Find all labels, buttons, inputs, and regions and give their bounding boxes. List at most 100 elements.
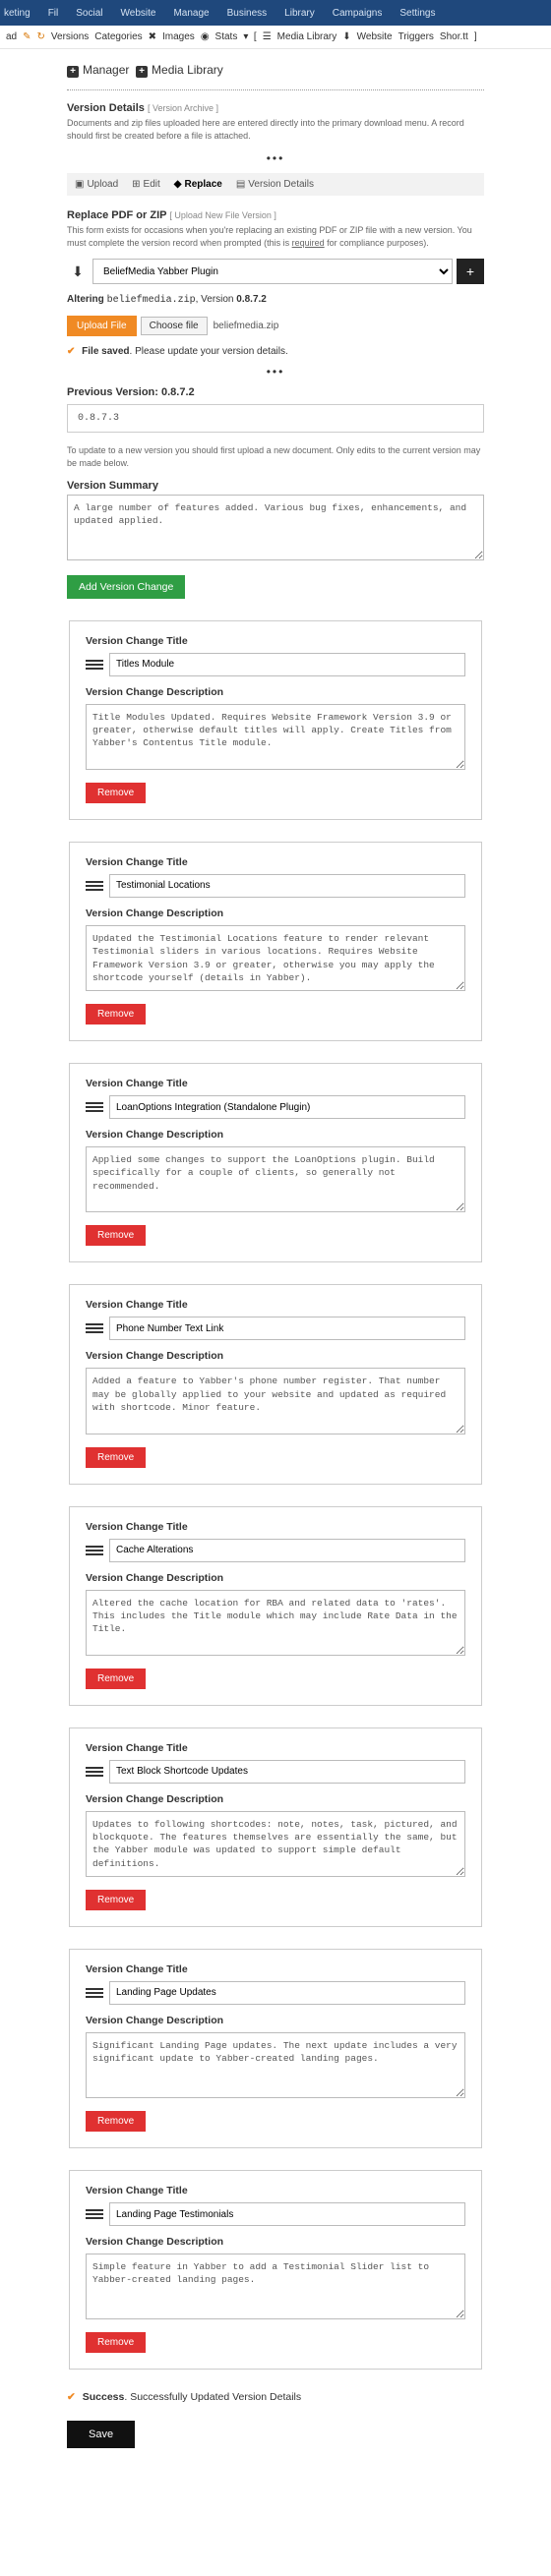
drag-handle-icon[interactable]: [86, 1098, 103, 1116]
change-title-label: Version Change Title: [86, 1742, 465, 1754]
download-icon: ⬇: [342, 31, 350, 42]
nav-item[interactable]: Fil: [48, 8, 59, 19]
nav-item[interactable]: Social: [76, 8, 102, 19]
add-version-change-button[interactable]: Add Version Change: [67, 575, 185, 599]
change-desc-label: Version Change Description: [86, 1572, 465, 1584]
drag-handle-icon[interactable]: [86, 2205, 103, 2223]
change-title-input[interactable]: [109, 2202, 465, 2226]
section-title: Version Details [ Version Archive ]: [67, 102, 484, 114]
check-icon: ✔: [67, 346, 75, 357]
change-desc-textarea[interactable]: Applied some changes to support the Loan…: [86, 1146, 465, 1212]
altering-line: Altering beliefmedia.zip, Version 0.8.7.…: [67, 294, 484, 306]
drag-handle-icon[interactable]: [86, 656, 103, 673]
change-title-input[interactable]: [109, 1981, 465, 2005]
change-desc-label: Version Change Description: [86, 1350, 465, 1362]
subnav-shortt[interactable]: Shor.tt: [440, 31, 468, 42]
version-change-card: Version Change TitleVersion Change Descr…: [69, 620, 482, 820]
subnav-media-library[interactable]: Media Library: [277, 31, 337, 42]
list-icon: ☰: [263, 31, 272, 42]
version-change-card: Version Change Title Version Change Descr…: [69, 842, 482, 1041]
tab-edit[interactable]: ⊞ Edit: [132, 179, 160, 190]
change-title-input[interactable]: [109, 1317, 465, 1340]
change-desc-textarea[interactable]: Significant Landing Page updates. The ne…: [86, 2032, 465, 2098]
summary-label: Version Summary: [67, 480, 484, 492]
change-desc-label: Version Change Description: [86, 907, 465, 919]
tab-bar: ▣ Upload ⊞ Edit ◆ Replace ▤ Version Deta…: [67, 173, 484, 196]
change-desc-textarea[interactable]: Updates to following shortcodes: note, n…: [86, 1811, 465, 1877]
download-icon: ⬇: [67, 259, 89, 284]
choose-file-button[interactable]: Choose file: [141, 317, 208, 335]
breadcrumb: +Manager +Media Library: [67, 63, 484, 78]
change-title-input[interactable]: [109, 1539, 465, 1562]
change-desc-label: Version Change Description: [86, 686, 465, 698]
drag-handle-icon[interactable]: [86, 1763, 103, 1781]
nav-item[interactable]: Manage: [173, 8, 209, 19]
chosen-file-name: beliefmedia.zip: [214, 321, 279, 331]
change-title-label: Version Change Title: [86, 1963, 465, 1975]
save-button[interactable]: Save: [67, 2421, 135, 2448]
change-title-input[interactable]: [109, 1760, 465, 1784]
check-icon: ✔: [67, 2391, 76, 2403]
nav-item[interactable]: Library: [284, 8, 315, 19]
change-title-label: Version Change Title: [86, 856, 465, 868]
section-desc: Documents and zip files uploaded here ar…: [67, 117, 484, 142]
subnav-website[interactable]: Website: [357, 31, 393, 42]
change-desc-textarea[interactable]: Altered the cache location for RBA and r…: [86, 1590, 465, 1656]
top-nav: keting Fil Social Website Manage Busines…: [0, 0, 551, 26]
tab-replace[interactable]: ◆ Replace: [174, 179, 222, 190]
drag-handle-icon[interactable]: [86, 877, 103, 895]
remove-button[interactable]: Remove: [86, 1004, 146, 1025]
divider: [67, 89, 484, 90]
drag-handle-icon[interactable]: [86, 1984, 103, 2002]
change-title-input[interactable]: [109, 1095, 465, 1119]
change-desc-label: Version Change Description: [86, 1793, 465, 1805]
tab-upload[interactable]: ▣ Upload: [75, 179, 118, 190]
remove-button[interactable]: Remove: [86, 2111, 146, 2132]
remove-button[interactable]: Remove: [86, 1669, 146, 1689]
version-change-card: Version Change TitleVersion Change Descr…: [69, 1063, 482, 1262]
change-desc-textarea[interactable]: Simple feature in Yabber to add a Testim…: [86, 2254, 465, 2319]
nav-item[interactable]: Website: [121, 8, 156, 19]
drag-handle-icon[interactable]: [86, 1542, 103, 1559]
subnav-versions[interactable]: Versions: [51, 31, 89, 42]
version-change-card: Version Change TitleVersion Change Descr…: [69, 2170, 482, 2370]
replace-desc: This form exists for occasions when you'…: [67, 224, 484, 249]
nav-item[interactable]: keting: [4, 8, 31, 19]
upload-file-button[interactable]: Upload File: [67, 316, 137, 336]
tab-version-details[interactable]: ▤ Version Details: [236, 179, 314, 190]
breadcrumb-fragment: ad: [6, 31, 17, 42]
change-desc-textarea[interactable]: Updated the Testimonial Locations featur…: [86, 925, 465, 991]
change-title-input[interactable]: [109, 874, 465, 898]
nav-item[interactable]: Settings: [399, 8, 435, 19]
remove-button[interactable]: Remove: [86, 1890, 146, 1910]
change-title-label: Version Change Title: [86, 1078, 465, 1089]
plus-icon[interactable]: +: [136, 66, 148, 78]
remove-button[interactable]: Remove: [86, 1447, 146, 1468]
remove-button[interactable]: Remove: [86, 2332, 146, 2353]
plugin-add-button[interactable]: +: [457, 259, 484, 284]
subnav-images[interactable]: Images: [162, 31, 195, 42]
nav-item[interactable]: Business: [227, 8, 268, 19]
version-change-card: Version Change TitleVersion Change Descr…: [69, 1284, 482, 1484]
change-desc-label: Version Change Description: [86, 2015, 465, 2026]
success-msg: ✔ Success. Successfully Updated Version …: [67, 2391, 484, 2403]
subnav-categories[interactable]: Categories: [94, 31, 142, 42]
plus-icon[interactable]: +: [67, 66, 79, 78]
nav-item[interactable]: Campaigns: [333, 8, 383, 19]
edit-icon[interactable]: ✎: [23, 31, 31, 42]
remove-button[interactable]: Remove: [86, 1225, 146, 1246]
summary-textarea[interactable]: A large number of features added. Variou…: [67, 495, 484, 560]
drag-handle-icon[interactable]: [86, 1319, 103, 1337]
change-desc-textarea[interactable]: Title Modules Updated. Requires Website …: [86, 704, 465, 770]
close-icon[interactable]: ✖: [149, 31, 156, 42]
refresh-icon[interactable]: ↻: [37, 31, 45, 42]
change-desc-textarea[interactable]: Added a feature to Yabber's phone number…: [86, 1368, 465, 1434]
change-title-input[interactable]: [109, 653, 465, 676]
subnav-triggers[interactable]: Triggers: [398, 31, 434, 42]
prev-version-box: 0.8.7.3: [67, 404, 484, 433]
remove-button[interactable]: Remove: [86, 783, 146, 803]
plugin-select[interactable]: BeliefMedia Yabber Plugin: [92, 259, 453, 284]
version-change-card: Version Change Title Version Change Descr…: [69, 1949, 482, 2148]
subnav-stats[interactable]: Stats: [215, 31, 238, 42]
ellipsis-icon: •••: [67, 151, 484, 165]
